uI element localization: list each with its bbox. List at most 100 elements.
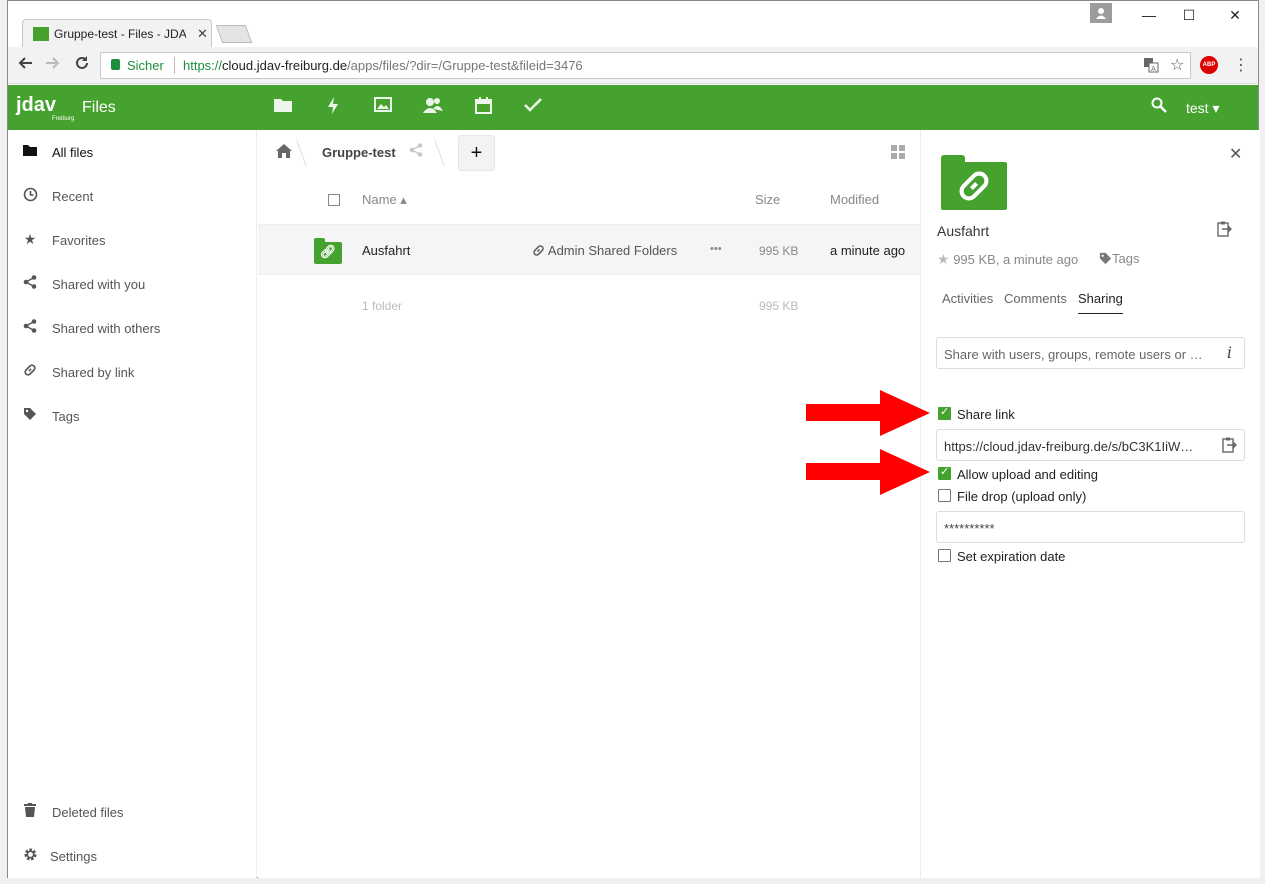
sidebar-item-shared-with-you[interactable]: Shared with you [8,264,257,304]
sidebar-item-label: Tags [52,409,80,424]
sidebar-item-label: Settings [50,849,97,864]
expiration-checkbox[interactable] [938,549,951,562]
profile-icon[interactable] [1090,3,1112,23]
tab-comments[interactable]: Comments [1004,291,1067,306]
sidebar-item-recent[interactable]: Recent [8,176,257,216]
activity-icon[interactable] [322,97,344,119]
url-path: /apps/files/?dir=/Gruppe-test&fileid=347… [347,58,583,73]
select-all-checkbox[interactable] [328,194,340,206]
new-file-button[interactable]: + [458,135,495,171]
sidebar-item-shared-by-link[interactable]: Shared by link [8,352,257,392]
breadcrumb-folder[interactable]: Gruppe-test [322,145,396,160]
sidebar-item-shared-with-others[interactable]: Shared with others [8,308,257,348]
security-label: Sicher [127,58,164,73]
user-menu[interactable]: test ▾ [1186,100,1219,117]
sidebar-item-all-files[interactable]: All files [8,132,257,172]
file-name[interactable]: Ausfahrt [362,243,410,258]
calendar-icon[interactable] [472,97,494,119]
folder-icon[interactable] [272,97,294,117]
address-bar[interactable]: Sicher https://cloud.jdav-freiburg.de/ap… [100,52,1191,79]
breadcrumb-separator [425,140,445,166]
app-title: Files [82,99,116,116]
file-list-area: Gruppe-test + Name ▴ Size Modified 🔗︎ Au… [258,130,920,878]
more-actions-icon[interactable]: ••• [710,243,722,255]
share-link-label: Share link [957,407,1015,422]
tab-title: Gruppe-test - Files - JDAV [54,27,186,41]
share-status-label: Admin Shared Folders [547,243,678,258]
share-icon[interactable] [409,143,423,161]
adblock-icon[interactable]: ABP [1200,56,1218,74]
arrow-shaft [806,404,881,421]
expiration-label: Set expiration date [957,549,1066,564]
file-modified: a minute ago [830,243,906,258]
maximize-button[interactable]: ☐ [1174,7,1204,24]
contacts-icon[interactable] [422,97,444,118]
jdav-logo[interactable]: jdav Freiburg [16,94,74,122]
reload-icon[interactable] [71,55,93,76]
gear-icon [22,847,38,865]
url-text[interactable]: https://cloud.jdav-freiburg.de/apps/file… [183,58,583,73]
annotation-arrow [806,390,934,436]
forward-icon[interactable] [42,55,64,76]
column-modified[interactable]: Modified [830,192,879,207]
browser-tab[interactable]: Gruppe-test - Files - JDAV ✕ [22,19,212,48]
info-icon[interactable]: i [1227,343,1232,362]
tab-sharing[interactable]: Sharing [1078,291,1123,314]
share-with-input[interactable]: Share with users, groups, remote users o… [936,337,1245,369]
browser-window: Gruppe-test - Files - JDAV ✕ — ☐ ✕ Siche… [7,0,1260,878]
sidebar-item-settings[interactable]: Settings [8,836,257,876]
sidebar-item-deleted-files[interactable]: Deleted files [8,792,257,832]
app-header: jdav Freiburg Files test ▾ [8,85,1258,130]
sidebar: All files Recent ★ Favorites Shared with… [8,130,257,878]
details-sidebar: ✕ Ausfahrt ★ 995 KB, a minute ago Tags A… [920,130,1260,878]
url-host: cloud.jdav-freiburg.de [222,58,348,73]
share-icon [22,319,38,336]
panel-file-meta: ★ 995 KB, a minute ago [937,251,1078,268]
window-close-button[interactable]: ✕ [1220,7,1250,24]
back-icon[interactable] [14,55,36,76]
summary-size: 995 KB [759,299,799,313]
file-drop-checkbox[interactable] [938,489,951,502]
grid-view-icon[interactable] [891,145,905,162]
jdav-favicon [33,27,49,41]
panel-tags-label: Tags [1112,251,1140,266]
column-size[interactable]: Size [755,192,780,207]
url-protocol: https:// [183,58,223,73]
favorite-star-icon[interactable]: ★ [937,251,950,267]
sidebar-item-label: Deleted files [52,805,124,820]
tag-icon [1099,252,1112,265]
summary-count: 1 folder [362,299,403,313]
sidebar-item-tags[interactable]: Tags [8,396,257,436]
bookmark-star-icon[interactable]: ☆ [1170,55,1184,75]
folder-icon [22,143,38,159]
share-url-field[interactable]: https://cloud.jdav-freiburg.de/s/bC3K1Ii… [936,429,1245,461]
column-name[interactable]: Name ▴ [362,192,407,208]
minimize-button[interactable]: — [1134,7,1164,23]
copy-link-icon[interactable] [1222,437,1237,458]
sidebar-item-label: Shared by link [52,365,135,380]
browser-menu-icon[interactable]: ⋮ [1233,55,1249,75]
password-field[interactable]: ********** [936,511,1245,543]
search-icon[interactable] [1151,97,1167,118]
sidebar-item-favorites[interactable]: ★ Favorites [8,220,257,260]
arrow-head [880,390,930,436]
gallery-icon[interactable] [372,97,394,117]
link-icon [533,245,544,256]
sidebar-item-label: Favorites [52,233,106,248]
close-icon[interactable]: ✕ [1229,144,1242,164]
tab-close-icon[interactable]: ✕ [197,26,208,42]
share-link-checkbox[interactable] [938,405,951,420]
panel-tags[interactable]: Tags [1099,251,1139,266]
translate-icon[interactable]: A [1143,57,1159,76]
shared-link-folder-icon [941,155,1007,210]
new-tab-button[interactable] [215,25,253,43]
tab-activities[interactable]: Activities [942,291,993,306]
tasks-icon[interactable] [522,97,544,117]
sidebar-item-label: Shared with others [52,321,161,336]
table-row[interactable]: 🔗︎ Ausfahrt Admin Shared Folders ••• 995… [258,224,920,275]
browser-toolbar: Sicher https://cloud.jdav-freiburg.de/ap… [8,47,1258,84]
file-drop-label: File drop (upload only) [957,489,1087,504]
share-status[interactable]: Admin Shared Folders [532,243,677,258]
allow-upload-checkbox[interactable] [938,465,951,480]
copy-link-icon[interactable] [1217,221,1232,241]
